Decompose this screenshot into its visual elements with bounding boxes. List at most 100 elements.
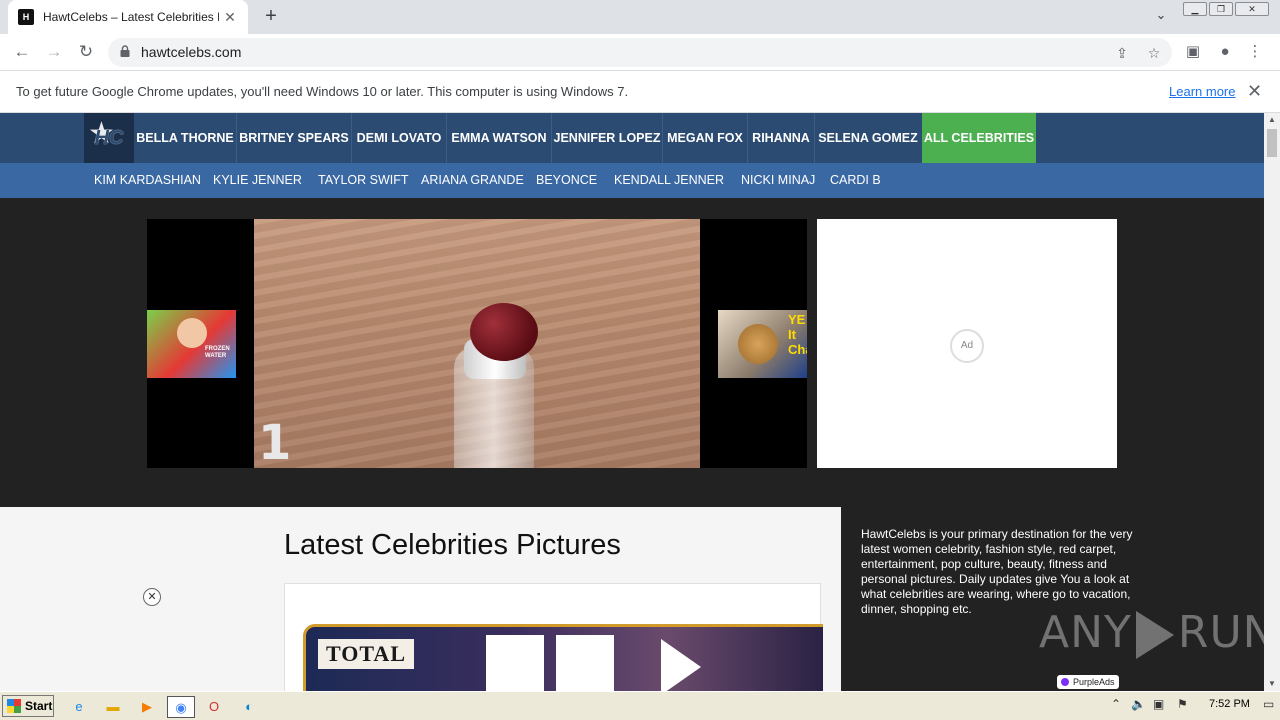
nav-demi-lovato[interactable]: DEMI LOVATO: [352, 113, 446, 163]
show-desktop-icon[interactable]: ▭: [1263, 697, 1274, 711]
scroll-down-icon[interactable]: ▼: [1264, 677, 1280, 691]
slide-number: 1: [258, 415, 292, 468]
primary-nav: ★ HC BELLA THORNE BRITNEY SPEARS DEMI LO…: [0, 113, 1264, 163]
thumb-right-caption: YE It Cha: [788, 312, 807, 357]
clock[interactable]: 7:52 PM: [1209, 698, 1250, 710]
ad-badge: Ad: [950, 329, 984, 363]
purpleads-label: PurpleAds: [1073, 677, 1115, 687]
video-carousel[interactable]: FROZEN WATER 1 YE It Cha: [147, 219, 807, 468]
tab-title: HawtCelebs – Latest Celebrities Pictures: [43, 10, 219, 24]
learn-more-link[interactable]: Learn more: [1169, 84, 1235, 99]
folder-icon[interactable]: ▬: [102, 696, 124, 718]
windows-logo-icon: [7, 699, 21, 713]
nav-kim-kardashian[interactable]: KIM KARDASHIAN: [94, 163, 201, 198]
back-arrow-icon[interactable]: ←: [10, 40, 34, 64]
tab-strip: H HawtCelebs – Latest Celebrities Pictur…: [0, 0, 1280, 34]
bookmark-star-icon[interactable]: ☆: [1143, 42, 1165, 64]
new-tab-icon[interactable]: +: [260, 5, 282, 27]
scroll-up-icon[interactable]: ▲: [1264, 113, 1280, 127]
watermark-right-text: RUN: [1177, 607, 1264, 658]
anyrun-watermark: ANY RUN: [1039, 607, 1264, 659]
about-text: HawtCelebs is your primary destination f…: [861, 527, 1133, 616]
tab-close-icon[interactable]: ✕: [222, 9, 238, 26]
nav-kylie-jenner[interactable]: KYLIE JENNER: [213, 163, 302, 198]
windows-taskbar: Start e ▬ ▶ ◉ O ◐ ⌃ 🔈 ▣ ⚑ 7:52 PM ▭: [0, 691, 1280, 720]
purpleads-dot-icon: [1061, 678, 1069, 686]
floating-close-button[interactable]: ✕: [143, 588, 161, 606]
menu-kebab-icon[interactable]: ⋮: [1244, 41, 1266, 63]
play-triangle-icon: [661, 639, 701, 691]
window-minimize-button[interactable]: ▁: [1183, 2, 1207, 16]
nav-bella-thorne[interactable]: BELLA THORNE: [134, 113, 236, 163]
thumb-face-image: [177, 318, 207, 348]
site-logo[interactable]: ★ HC: [84, 113, 134, 163]
nav-taylor-swift[interactable]: TAYLOR SWIFT: [318, 163, 409, 198]
page-scrollbar[interactable]: ▲ ▼: [1264, 113, 1280, 691]
chrome-icon[interactable]: ◉: [167, 696, 195, 718]
carousel-main-slide[interactable]: 1: [254, 219, 700, 468]
nav-selena-gomez[interactable]: SELENA GOMEZ: [815, 113, 921, 163]
nav-emma-watson[interactable]: EMMA WATSON: [447, 113, 551, 163]
nav-ariana-grande[interactable]: ARIANA GRANDE: [421, 163, 524, 198]
lock-icon: [120, 45, 130, 57]
profile-avatar-icon[interactable]: ●: [1214, 41, 1236, 63]
thumb-left-caption: FROZEN WATER: [205, 346, 230, 359]
watermark-play-icon: [1135, 611, 1174, 659]
nav-kendall-jenner[interactable]: KENDALL JENNER: [614, 163, 724, 198]
coin-image: [738, 324, 778, 364]
nav-jennifer-lopez[interactable]: JENNIFER LOPEZ: [552, 113, 662, 163]
poster-block: [486, 635, 544, 691]
start-button[interactable]: Start: [2, 695, 54, 717]
page-viewport: ★ HC BELLA THORNE BRITNEY SPEARS DEMI LO…: [0, 113, 1264, 691]
address-bar[interactable]: hawtcelebs.com ⇪ ☆: [108, 38, 1172, 67]
logo-text: HC: [94, 126, 124, 149]
ad-box[interactable]: Ad: [817, 219, 1117, 468]
volume-icon[interactable]: 🔈: [1131, 697, 1146, 711]
poster-label: TOTAL: [318, 639, 414, 669]
sidebar: HawtCelebs is your primary destination f…: [841, 507, 1264, 691]
edge-icon[interactable]: ◐: [238, 696, 260, 718]
watermark-left-text: ANY: [1039, 607, 1132, 658]
carousel-thumb-next[interactable]: YE It Cha: [718, 310, 807, 378]
infobar-message: To get future Google Chrome updates, you…: [16, 84, 629, 99]
scrollbar-thumb[interactable]: [1267, 129, 1277, 157]
nav-nicki-minaj[interactable]: NICKI MINAJ: [741, 163, 815, 198]
update-infobar: To get future Google Chrome updates, you…: [0, 71, 1280, 113]
browser-toolbar: ← → ↻ hawtcelebs.com ⇪ ☆ ▣ ● ⋮: [0, 34, 1280, 71]
window-close-button[interactable]: ✕: [1235, 2, 1269, 16]
browser-tab[interactable]: H HawtCelebs – Latest Celebrities Pictur…: [8, 0, 248, 34]
infobar-close-icon[interactable]: ✕: [1247, 81, 1262, 102]
url-text: hawtcelebs.com: [141, 44, 242, 60]
share-icon[interactable]: ⇪: [1111, 42, 1133, 64]
post-thumbnail[interactable]: TOTAL: [303, 624, 823, 691]
action-center-flag-icon[interactable]: ⚑: [1177, 697, 1188, 711]
main-content: Latest Celebrities Pictures ✕ TOTAL: [0, 507, 841, 691]
opera-icon[interactable]: O: [203, 696, 225, 718]
nav-megan-fox[interactable]: MEGAN FOX: [663, 113, 747, 163]
network-icon[interactable]: ▣: [1153, 697, 1164, 711]
carousel-thumb-previous[interactable]: FROZEN WATER: [147, 310, 236, 378]
page-title: Latest Celebrities Pictures: [284, 529, 621, 561]
poster-block: [556, 635, 614, 691]
nav-all-celebrities[interactable]: ALL CELEBRITIES: [922, 113, 1036, 163]
nav-rihanna[interactable]: RIHANNA: [748, 113, 814, 163]
tray-expand-icon[interactable]: ⌃: [1111, 697, 1121, 711]
tab-search-chevron-icon[interactable]: ⌄: [1152, 7, 1170, 25]
cherry-image: [470, 303, 538, 361]
side-panel-icon[interactable]: ▣: [1182, 41, 1204, 63]
nav-cardi-b[interactable]: CARDI B: [830, 163, 881, 198]
system-tray: ⌃ 🔈 ▣ ⚑ 7:52 PM ▭: [1105, 695, 1280, 717]
reload-icon[interactable]: ↻: [74, 40, 98, 64]
window-restore-button[interactable]: ❐: [1209, 2, 1233, 16]
media-player-icon[interactable]: ▶: [136, 696, 158, 718]
hero-section: FROZEN WATER 1 YE It Cha Ad: [0, 198, 1264, 507]
secondary-nav: KIM KARDASHIAN KYLIE JENNER TAYLOR SWIFT…: [0, 163, 1264, 198]
nav-beyonce[interactable]: BEYONCE: [536, 163, 597, 198]
nav-britney-spears[interactable]: BRITNEY SPEARS: [237, 113, 351, 163]
site-favicon-icon: H: [18, 9, 34, 25]
start-label: Start: [25, 699, 53, 713]
purpleads-badge[interactable]: PurpleAds: [1057, 675, 1119, 689]
forward-arrow-icon[interactable]: →: [42, 40, 66, 64]
ie-icon[interactable]: e: [68, 696, 90, 718]
post-card[interactable]: TOTAL: [284, 583, 823, 691]
